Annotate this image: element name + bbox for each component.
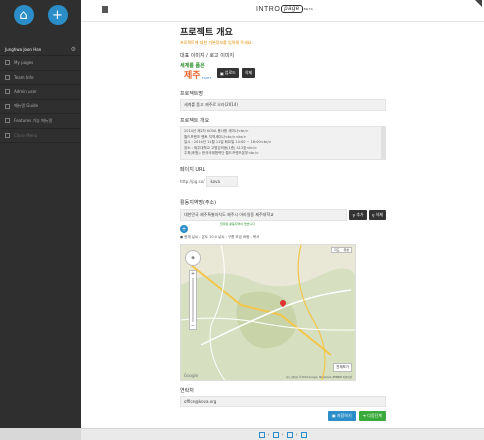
textarea-scrollbar[interactable] (381, 127, 385, 159)
location-map[interactable]: 지도 위성 ◈ + − 전체보기 Google 지도 데이터 ©2014 Goo… (180, 244, 356, 381)
page-title: 프로젝트 개요 (180, 28, 233, 38)
page-url-field[interactable]: kova (206, 176, 239, 187)
image-icon: ▣ (220, 70, 224, 76)
project-name-label: 프로젝트명 (180, 91, 204, 97)
add-circle-button[interactable]: + (180, 225, 188, 233)
logo-row: 세계를 품은 제주 FIGHT ▣ 업로드 삭제 (180, 62, 386, 84)
sidebar-nav: My pages Team Info Admin user 메뉴얼 Guide … (0, 56, 81, 143)
bottom-step-bar: › › › (81, 428, 484, 440)
home-button[interactable]: ⌂ (13, 5, 34, 25)
delete-logo-button[interactable]: 삭제 (241, 68, 256, 78)
sidebar-item-team-info[interactable]: Team Info (0, 71, 81, 85)
map-type-tabs: 지도 위성 (330, 247, 352, 253)
map-attribution: 지도 데이터 ©2014 Google, SK planet, ZENRIN 이… (285, 376, 352, 379)
zoom-slider[interactable] (192, 278, 194, 322)
sidebar-top: ⌂ + (0, 0, 81, 44)
map-pan-control[interactable]: ◈ (185, 250, 201, 266)
main-content: 프로젝트 개요 프로젝트에 대한 기본정보를 입력해 주세요. 대표 이미지 /… (81, 22, 484, 428)
pin-icon: ⚲ (352, 212, 356, 218)
form-actions: ▣ 저장하기 ➜ 다음단계 (327, 411, 386, 421)
gear-icon[interactable]: ⚙ (71, 46, 76, 53)
edit-step-icon[interactable] (258, 431, 265, 438)
google-logo: Google (184, 373, 199, 378)
location-label: 활동지역명(주소) (180, 200, 217, 206)
user-icon (5, 89, 10, 95)
sidebar-user[interactable]: Junghwa Joon Han ⚙ (0, 44, 81, 56)
sidebar-item-guide[interactable]: 메뉴얼 Guide (0, 100, 81, 114)
corner-fold-icon[interactable] (475, 0, 482, 7)
project-logo-image: 세계를 품은 제주 FIGHT (180, 63, 212, 81)
tab-satellite[interactable]: 위성 (341, 248, 351, 252)
url-prefix: http://pg.so/ (180, 179, 205, 184)
sidebar: ⌂ + Junghwa Joon Han ⚙ My pages Team Inf… (0, 0, 81, 428)
tab-map[interactable]: 지도 (332, 248, 342, 252)
pages-icon (5, 60, 10, 66)
contact-field[interactable]: office@kova.org (180, 396, 386, 407)
zoom-out-button[interactable]: − (191, 323, 195, 329)
team-icon (5, 74, 10, 80)
zoom-in-button[interactable]: + (191, 271, 195, 277)
sidebar-item-features[interactable]: Features 기능 매뉴얼 (0, 114, 81, 129)
add-location-row: + 입력된 활동지역이 없습니다 (180, 222, 386, 233)
guide-icon (5, 103, 10, 109)
url-row: http://pg.so/ kova (180, 176, 386, 187)
add-page-button[interactable]: + (47, 5, 68, 25)
logo-section-label: 대표 이미지 / 로고 이미지 (180, 53, 235, 59)
weather-info: ● 현재 날씨 : 온도 10.0 날씨 : 구름 조금 바람 : 북서 (180, 235, 260, 239)
grid-step-icon[interactable] (286, 431, 293, 438)
location-field[interactable]: 대한민국 제주특별자치도 제주시 아라일동 제주대학교 (180, 209, 348, 221)
features-icon (5, 118, 10, 124)
sidebar-item-close-menu[interactable]: Close Menu (0, 129, 81, 143)
layout-step-icon[interactable] (272, 431, 279, 438)
close-menu-icon (5, 132, 10, 138)
sidebar-item-admin-user[interactable]: Admin user (0, 85, 81, 100)
pin-icon: ⚲ (371, 212, 375, 218)
sidebar-item-my-pages[interactable]: My pages (0, 56, 81, 71)
location-hint: 입력된 활동지역이 없습니다 (220, 222, 256, 226)
add-location-button[interactable]: ⚲ 추가 (349, 210, 367, 220)
document-icon[interactable] (102, 6, 108, 13)
overview-textarea[interactable]: 2014년 제2차 KOVA 봉사왕 세미나<br/> 월드프렌즈 멘토 지역세… (180, 126, 386, 160)
contact-label: 연락처 (180, 388, 194, 394)
map-fullscreen-button[interactable]: 전체보기 (333, 363, 352, 372)
map-terrain (181, 245, 355, 380)
project-name-field[interactable]: 세계를 품고 제주로 오라(2014) (180, 99, 386, 111)
location-row: 대한민국 제주특별자치도 제주시 아라일동 제주대학교 ⚲ 추가 ⚲ 삭제 (180, 209, 386, 221)
sidebar-footer (0, 428, 81, 440)
top-bar: INTRO page BETA (81, 0, 484, 22)
page-subtitle: 프로젝트에 대한 기본정보를 입력해 주세요. (180, 40, 253, 45)
project-form: 프로젝트 개요 프로젝트에 대한 기본정보를 입력해 주세요. 대표 이미지 /… (180, 25, 386, 421)
map-zoom-control: + − (189, 270, 197, 330)
next-step-button[interactable]: ➜ 다음단계 (358, 411, 386, 421)
save-button[interactable]: ▣ 저장하기 (327, 411, 356, 421)
overview-label: 프로젝트 개요 (180, 118, 210, 124)
app-logo[interactable]: INTRO page BETA (256, 5, 313, 13)
user-name: Junghwa Joon Han (5, 47, 42, 52)
page-url-label: 페이지 URL (180, 167, 206, 173)
preview-step-icon[interactable] (300, 431, 307, 438)
upload-button[interactable]: ▣ 업로드 (217, 68, 239, 78)
delete-location-button[interactable]: ⚲ 삭제 (368, 210, 386, 220)
